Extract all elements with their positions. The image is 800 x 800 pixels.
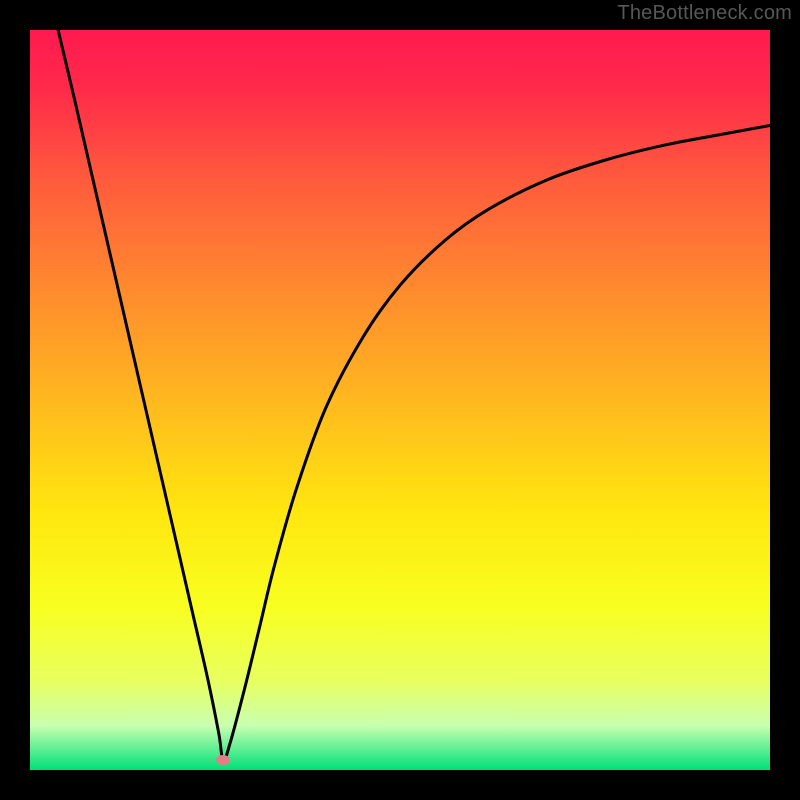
- attribution-text: TheBottleneck.com: [617, 2, 792, 25]
- bottleneck-curve: [30, 30, 770, 770]
- optimal-marker: [216, 755, 230, 765]
- plot-area: [30, 30, 770, 770]
- chart-frame: TheBottleneck.com: [0, 0, 800, 800]
